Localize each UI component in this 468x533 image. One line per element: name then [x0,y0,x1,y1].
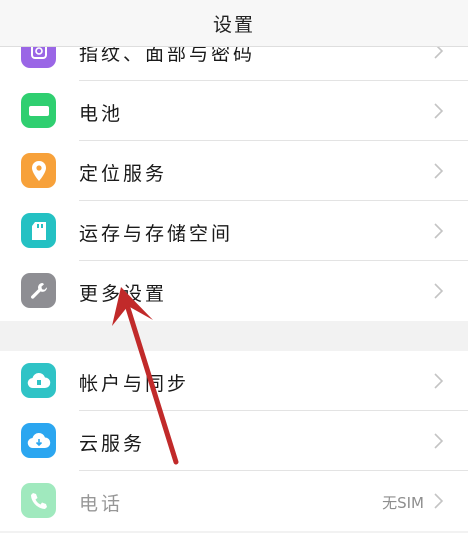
chevron-right-icon [434,103,444,119]
settings-item-label: 电话 [79,493,124,515]
chevron-right-icon [434,163,444,179]
settings-item-label: 电池 [79,103,124,125]
settings-item-location[interactable]: 定位服务 [0,141,468,201]
cloud-icon [21,423,56,458]
chevron-right-icon [434,223,444,239]
settings-item-label: 帐户与同步 [79,373,190,395]
settings-item-label: 运存与存储空间 [79,223,234,245]
settings-group-1: 指纹、面部与密码 电池 定位服务 运存与存储空间 更多设置 [0,21,468,321]
settings-item-label: 云服务 [79,433,146,455]
chevron-right-icon [434,433,444,449]
phone-icon [21,483,56,518]
wrench-icon [21,273,56,308]
cloud-account-icon [21,363,56,398]
settings-item-phone[interactable]: 电话 无SIM [0,471,468,531]
settings-item-label: 定位服务 [79,163,168,185]
settings-item-account-sync[interactable]: 帐户与同步 [0,351,468,411]
app-header: 设置 [0,0,468,47]
chevron-right-icon [434,373,444,389]
sim-status: 无SIM [382,494,424,512]
location-pin-icon [21,153,56,188]
sd-card-icon [21,213,56,248]
settings-group-2: 帐户与同步 云服务 电话 无SIM [0,351,468,531]
settings-item-more-settings[interactable]: 更多设置 [0,261,468,321]
page-title: 设置 [212,13,255,36]
battery-icon [21,93,56,128]
chevron-right-icon [434,493,444,509]
settings-item-cloud-service[interactable]: 云服务 [0,411,468,471]
settings-item-battery[interactable]: 电池 [0,81,468,141]
chevron-right-icon [434,283,444,299]
settings-item-storage[interactable]: 运存与存储空间 [0,201,468,261]
settings-item-label: 更多设置 [79,283,168,305]
